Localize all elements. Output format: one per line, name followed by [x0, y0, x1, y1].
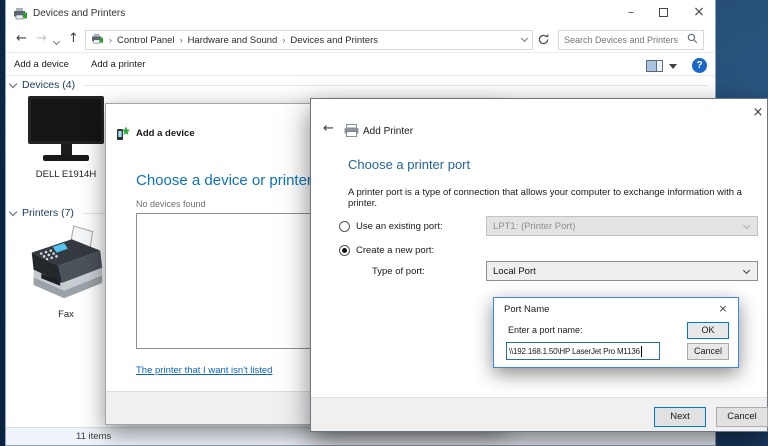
navigation-bar: › Control Panel › Hardware and Sound › D…	[6, 27, 715, 53]
use-existing-port-radio[interactable]	[339, 221, 350, 232]
create-new-port-label[interactable]: Create a new port:	[356, 245, 434, 256]
fax-printer-icon	[25, 296, 107, 307]
add-printer-dialog: Add Printer Choose a printer port A prin…	[310, 98, 768, 432]
search-input[interactable]	[564, 35, 687, 45]
use-existing-port-label[interactable]: Use an existing port:	[356, 221, 443, 232]
titlebar[interactable]: Devices and Printers	[6, 0, 715, 27]
item-count: 11 items	[76, 431, 111, 442]
port-name-value: \\192.168.1.50\HP LaserJet Pro M1136	[509, 347, 640, 356]
collapse-chevron-icon[interactable]	[9, 208, 17, 216]
back-icon[interactable]	[16, 31, 27, 46]
port-name-dialog: Port Name Enter a port name: OK \\192.16…	[493, 297, 739, 368]
add-a-device-button[interactable]: Add a device	[14, 59, 69, 70]
choose-printer-port-heading: Choose a printer port	[348, 157, 470, 172]
view-options-icon[interactable]	[646, 60, 663, 72]
create-new-port-radio[interactable]	[339, 245, 350, 256]
address-bar[interactable]: › Control Panel › Hardware and Sound › D…	[85, 30, 533, 50]
collapse-chevron-icon[interactable]	[9, 80, 17, 88]
desktop: Devices and Printers › C	[0, 0, 768, 446]
refresh-icon[interactable]	[537, 33, 555, 48]
breadcrumb-separator-icon: ›	[180, 35, 183, 45]
printers-group-label[interactable]: Printers (7)	[22, 207, 74, 219]
chevron-down-icon	[743, 267, 750, 274]
printer-port-description: A printer port is a type of connection t…	[348, 187, 753, 209]
command-bar: Add a device Add a printer	[6, 54, 715, 76]
address-dropdown-chevron-icon[interactable]	[521, 35, 528, 42]
breadcrumb-separator-icon: ›	[282, 35, 285, 45]
text-caret	[641, 346, 642, 357]
breadcrumb-separator-icon: ›	[109, 35, 112, 45]
add-device-icon	[116, 126, 130, 144]
maximize-icon	[659, 8, 668, 17]
close-button[interactable]	[681, 0, 717, 26]
view-options-caret-icon[interactable]	[669, 64, 677, 69]
address-location-icon	[91, 33, 104, 47]
enter-port-name-label: Enter a port name:	[508, 325, 583, 335]
group-divider	[83, 85, 708, 86]
add-a-printer-button[interactable]: Add a printer	[91, 59, 145, 70]
chevron-down-icon	[743, 222, 750, 229]
add-device-dialog-title: Add a device	[136, 128, 195, 139]
existing-port-value: LPT1: (Printer Port)	[493, 221, 575, 232]
ok-button[interactable]: OK	[687, 322, 729, 339]
close-icon[interactable]	[715, 302, 731, 316]
cancel-button[interactable]: Cancel	[716, 407, 768, 427]
search-icon[interactable]	[687, 33, 698, 47]
type-of-port-value: Local Port	[493, 266, 536, 277]
maximize-button[interactable]	[647, 0, 679, 26]
breadcrumb-devices-and-printers[interactable]: Devices and Printers	[290, 35, 378, 46]
monitor-icon	[22, 96, 110, 161]
devices-printers-icon	[13, 7, 28, 23]
type-of-port-select[interactable]: Local Port	[486, 261, 758, 281]
printer-icon	[344, 124, 359, 140]
minimize-button[interactable]	[615, 0, 647, 26]
printer-item-fax[interactable]: Fax	[20, 224, 112, 320]
search-box[interactable]	[558, 30, 704, 50]
forward-icon[interactable]	[36, 31, 47, 46]
printer-not-listed-link[interactable]: The printer that I want isn't listed	[136, 365, 272, 376]
help-icon[interactable]	[692, 58, 707, 73]
window-title: Devices and Printers	[33, 8, 125, 19]
device-item-monitor[interactable]: DELL E1914H	[22, 96, 110, 180]
cancel-button[interactable]: Cancel	[687, 343, 729, 360]
devices-group-header[interactable]: Devices (4)	[8, 78, 708, 92]
existing-port-select: LPT1: (Printer Port)	[486, 216, 758, 236]
breadcrumb-hardware-and-sound[interactable]: Hardware and Sound	[188, 35, 278, 46]
type-of-port-label: Type of port:	[372, 266, 425, 277]
next-button[interactable]: Next	[654, 407, 706, 427]
devices-group-label[interactable]: Devices (4)	[22, 79, 75, 91]
back-icon[interactable]	[323, 121, 334, 136]
close-icon[interactable]	[747, 104, 768, 122]
port-name-dialog-title: Port Name	[504, 304, 549, 315]
up-icon[interactable]	[68, 31, 79, 46]
breadcrumb-control-panel[interactable]: Control Panel	[117, 35, 175, 46]
device-label: DELL E1914H	[22, 169, 110, 180]
port-name-input[interactable]: \\192.168.1.50\HP LaserJet Pro M1136	[506, 342, 660, 360]
add-printer-dialog-title: Add Printer	[363, 126, 413, 137]
no-devices-found-text: No devices found	[136, 199, 206, 209]
recent-locations-chevron-icon[interactable]	[53, 38, 60, 45]
printer-label: Fax	[20, 309, 112, 320]
